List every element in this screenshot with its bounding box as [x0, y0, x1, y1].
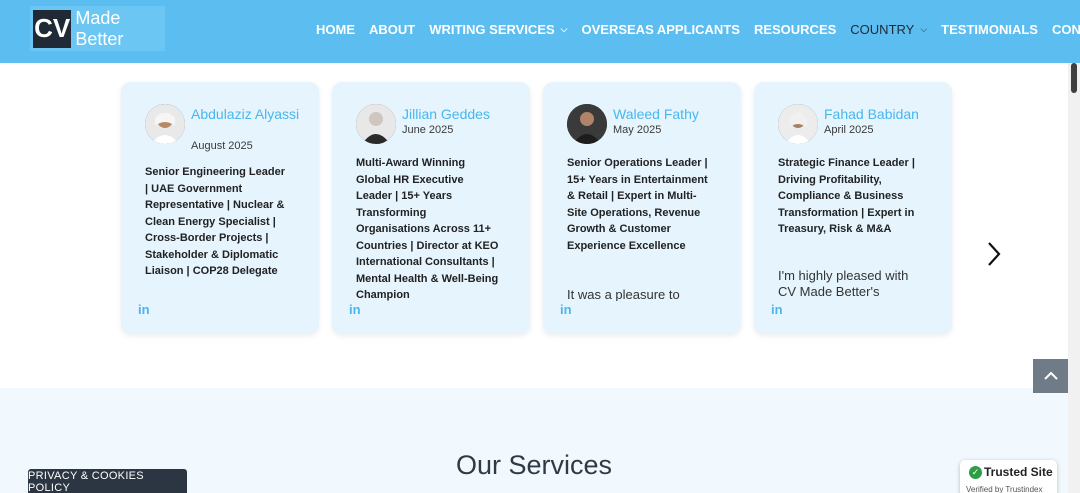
chevron-down-icon: ⌵ [560, 23, 568, 34]
nav-label: CONTACT [1051, 21, 1080, 37]
avatar [778, 104, 818, 144]
testimonial-card: Fahad Babidan April 2025 Strategic Finan… [754, 82, 952, 334]
nav-label: COUNTRY [850, 21, 915, 37]
nav-country[interactable]: COUNTRY ⌵ [850, 22, 927, 37]
nav-writing-services[interactable]: WRITING SERVICES ⌵ [429, 22, 567, 37]
reviewer-name: Jillian Geddes [402, 106, 490, 122]
back-to-top-button[interactable] [1033, 359, 1068, 393]
review-quote [356, 268, 506, 296]
testimonial-card: Jillian Geddes June 2025 Multi-Award Win… [332, 82, 530, 334]
testimonial-card: Abdulaziz Alyassi August 2025 Senior Eng… [121, 82, 319, 334]
nav-label: HOME [316, 21, 355, 37]
trust-badge[interactable]: ✓ Trusted Site Verified by Trustindex [960, 460, 1057, 493]
nav-resources[interactable]: RESOURCES [754, 22, 836, 37]
testimonials-carousel: Abdulaziz Alyassi August 2025 Senior Eng… [0, 63, 1068, 388]
site-header: CV Made Better HOME ABOUT WRITING SERVIC… [0, 0, 1080, 63]
logo-mark: CV [33, 9, 72, 48]
review-quote: It was a pleasure to [567, 287, 680, 301]
avatar [145, 104, 185, 144]
reviewer-name: Abdulaziz Alyassi [191, 106, 300, 122]
chevron-up-icon [1043, 371, 1058, 380]
review-date: August 2025 [191, 140, 253, 152]
main-nav: HOME ABOUT WRITING SERVICES ⌵ OVERSEAS AP… [316, 0, 1080, 58]
logo-text: Made Better [75, 7, 124, 49]
site-logo[interactable]: CV Made Better [30, 6, 165, 51]
nav-about[interactable]: ABOUT [369, 22, 415, 37]
reviewer-name: Fahad Babidan [824, 106, 919, 122]
review-quote [145, 268, 295, 296]
reviewer-headline: Senior Operations Leader | 15+ Years in … [567, 157, 708, 252]
page-scrollbar[interactable] [1068, 63, 1080, 493]
nav-home[interactable]: HOME [316, 22, 355, 37]
linkedin-icon[interactable]: in [349, 302, 361, 317]
nav-testimonials[interactable]: TESTIMONIALS [941, 22, 1038, 37]
testimonial-card: Waleed Fathy May 2025 Senior Operations … [543, 82, 741, 334]
linkedin-icon[interactable]: in [560, 302, 572, 317]
reviewer-headline: Strategic Finance Leader | Driving Profi… [778, 157, 915, 235]
review-date: May 2025 [613, 124, 662, 136]
review-date: April 2025 [824, 124, 874, 136]
nav-label: RESOURCES [753, 21, 837, 37]
nav-label: WRITING SERVICES [429, 21, 555, 37]
linkedin-icon[interactable]: in [771, 302, 783, 317]
nav-contact[interactable]: CONTACT [1052, 22, 1080, 37]
avatar [567, 104, 607, 144]
linkedin-icon[interactable]: in [138, 302, 150, 317]
check-icon: ✓ [969, 466, 982, 479]
nav-overseas-applicants[interactable]: OVERSEAS APPLICANTS [582, 22, 740, 37]
avatar [356, 104, 396, 144]
trust-title: Trusted Site [984, 465, 1053, 479]
privacy-cookies-button[interactable]: PRIVACY & COOKIES POLICY [28, 469, 187, 493]
reviewer-headline: Senior Engineering Leader | UAE Governme… [145, 166, 285, 277]
nav-label: TESTIMONIALS [941, 21, 1038, 37]
nav-label: ABOUT [369, 21, 416, 37]
chevron-down-icon: ⌵ [920, 23, 928, 34]
chevron-right-icon[interactable] [984, 239, 1004, 269]
review-date: June 2025 [402, 124, 454, 136]
reviewer-name: Waleed Fathy [613, 106, 699, 122]
scrollbar-thumb[interactable] [1071, 63, 1077, 93]
nav-label: OVERSEAS APPLICANTS [581, 21, 740, 37]
review-quote: I'm highly pleased with CV Made Better's [778, 268, 909, 296]
trust-subtitle: Verified by Trustindex [966, 485, 1043, 493]
